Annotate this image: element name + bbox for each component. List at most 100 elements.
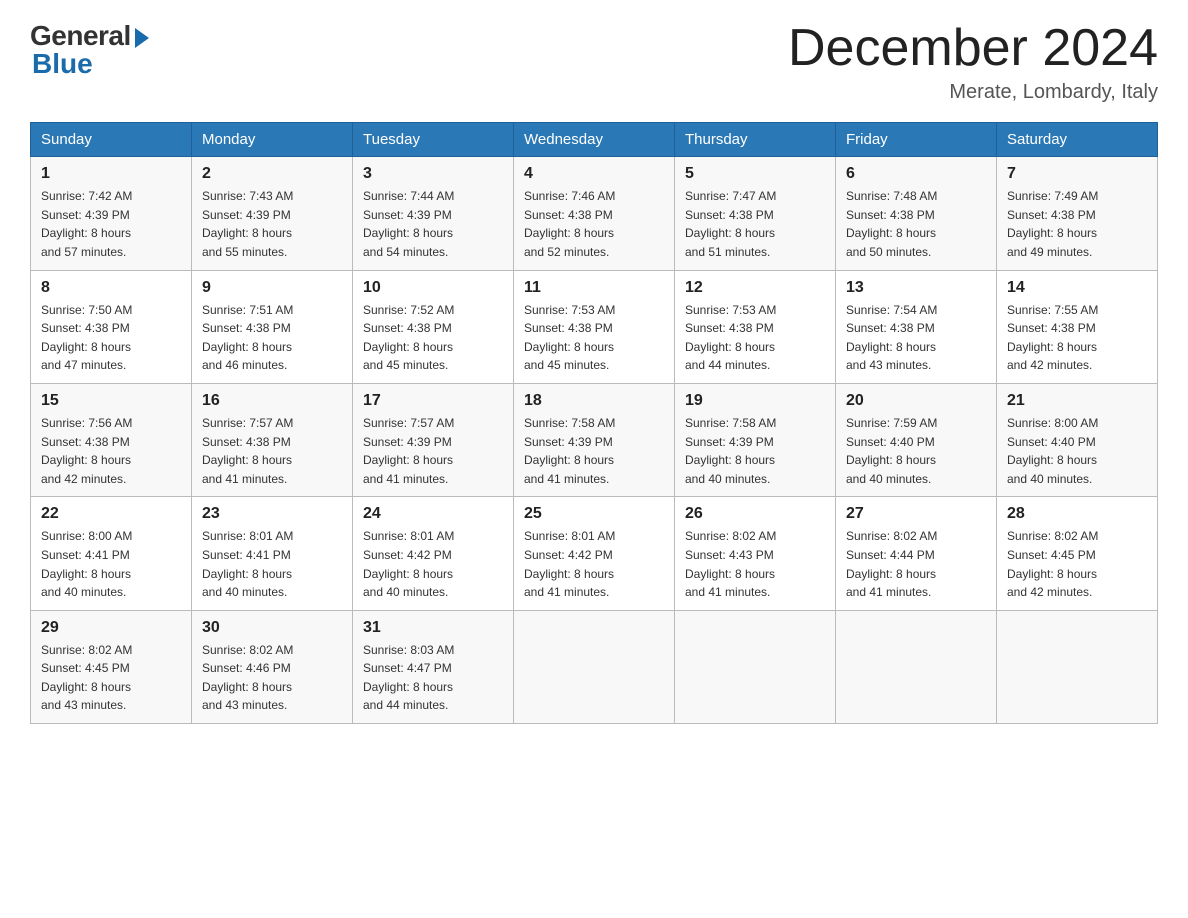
- calendar-cell: 22 Sunrise: 8:00 AMSunset: 4:41 PMDayligh…: [31, 497, 192, 610]
- day-info: Sunrise: 8:00 AMSunset: 4:40 PMDaylight:…: [1007, 414, 1147, 488]
- calendar-cell: 19 Sunrise: 7:58 AMSunset: 4:39 PMDayligh…: [675, 383, 836, 496]
- day-number: 24: [363, 505, 503, 523]
- calendar-cell: 5Sunrise: 7:47 AMSunset: 4:38 PMDaylight…: [675, 157, 836, 270]
- day-info: Sunrise: 8:02 AMSunset: 4:46 PMDaylight:…: [202, 641, 342, 715]
- day-info: Sunrise: 7:51 AMSunset: 4:38 PMDaylight:…: [202, 301, 342, 375]
- day-number: 21: [1007, 392, 1147, 410]
- calendar-cell: 10 Sunrise: 7:52 AMSunset: 4:38 PMDayligh…: [353, 270, 514, 383]
- day-info: Sunrise: 7:57 AMSunset: 4:38 PMDaylight:…: [202, 414, 342, 488]
- day-info: Sunrise: 7:57 AMSunset: 4:39 PMDaylight:…: [363, 414, 503, 488]
- calendar-cell: 6 Sunrise: 7:48 AMSunset: 4:38 PMDaylight…: [836, 157, 997, 270]
- calendar-cell: [836, 610, 997, 723]
- day-number: 25: [524, 505, 664, 523]
- day-number: 9: [202, 279, 342, 297]
- calendar-cell: 21 Sunrise: 8:00 AMSunset: 4:40 PMDayligh…: [997, 383, 1158, 496]
- calendar-cell: 18Sunrise: 7:58 AMSunset: 4:39 PMDayligh…: [514, 383, 675, 496]
- day-number: 4: [524, 165, 664, 183]
- day-number: 6: [846, 165, 986, 183]
- col-sunday: Sunday: [31, 123, 192, 157]
- logo: General Blue: [30, 20, 149, 80]
- week-row-3: 15 Sunrise: 7:56 AMSunset: 4:38 PMDayligh…: [31, 383, 1158, 496]
- day-number: 19: [685, 392, 825, 410]
- calendar-cell: 16Sunrise: 7:57 AMSunset: 4:38 PMDayligh…: [192, 383, 353, 496]
- day-info: Sunrise: 8:02 AMSunset: 4:45 PMDaylight:…: [1007, 527, 1147, 601]
- day-info: Sunrise: 8:03 AMSunset: 4:47 PMDaylight:…: [363, 641, 503, 715]
- calendar-cell: 3 Sunrise: 7:44 AMSunset: 4:39 PMDaylight…: [353, 157, 514, 270]
- day-number: 28: [1007, 505, 1147, 523]
- day-info: Sunrise: 7:44 AMSunset: 4:39 PMDaylight:…: [363, 187, 503, 261]
- title-section: December 2024 Merate, Lombardy, Italy: [788, 20, 1158, 104]
- calendar-cell: 24Sunrise: 8:01 AMSunset: 4:42 PMDayligh…: [353, 497, 514, 610]
- col-friday: Friday: [836, 123, 997, 157]
- day-number: 31: [363, 619, 503, 637]
- month-title: December 2024: [788, 20, 1158, 77]
- day-info: Sunrise: 7:53 AMSunset: 4:38 PMDaylight:…: [524, 301, 664, 375]
- day-info: Sunrise: 8:02 AMSunset: 4:45 PMDaylight:…: [41, 641, 181, 715]
- day-info: Sunrise: 7:43 AMSunset: 4:39 PMDaylight:…: [202, 187, 342, 261]
- week-row-2: 8Sunrise: 7:50 AMSunset: 4:38 PMDaylight…: [31, 270, 1158, 383]
- calendar-cell: [514, 610, 675, 723]
- calendar-cell: 31 Sunrise: 8:03 AMSunset: 4:47 PMDayligh…: [353, 610, 514, 723]
- location-text: Merate, Lombardy, Italy: [788, 81, 1158, 104]
- day-number: 18: [524, 392, 664, 410]
- calendar-cell: 25 Sunrise: 8:01 AMSunset: 4:42 PMDayligh…: [514, 497, 675, 610]
- day-info: Sunrise: 8:02 AMSunset: 4:44 PMDaylight:…: [846, 527, 986, 601]
- calendar-cell: 23 Sunrise: 8:01 AMSunset: 4:41 PMDayligh…: [192, 497, 353, 610]
- day-number: 15: [41, 392, 181, 410]
- calendar-table: Sunday Monday Tuesday Wednesday Thursday…: [30, 122, 1158, 724]
- day-info: Sunrise: 8:02 AMSunset: 4:43 PMDaylight:…: [685, 527, 825, 601]
- day-info: Sunrise: 7:55 AMSunset: 4:38 PMDaylight:…: [1007, 301, 1147, 375]
- day-number: 10: [363, 279, 503, 297]
- calendar-cell: 20 Sunrise: 7:59 AMSunset: 4:40 PMDayligh…: [836, 383, 997, 496]
- calendar-cell: 8Sunrise: 7:50 AMSunset: 4:38 PMDaylight…: [31, 270, 192, 383]
- calendar-cell: 29 Sunrise: 8:02 AMSunset: 4:45 PMDayligh…: [31, 610, 192, 723]
- calendar-cell: 14Sunrise: 7:55 AMSunset: 4:38 PMDayligh…: [997, 270, 1158, 383]
- calendar-cell: 13 Sunrise: 7:54 AMSunset: 4:38 PMDayligh…: [836, 270, 997, 383]
- day-info: Sunrise: 7:48 AMSunset: 4:38 PMDaylight:…: [846, 187, 986, 261]
- day-info: Sunrise: 7:49 AMSunset: 4:38 PMDaylight:…: [1007, 187, 1147, 261]
- day-info: Sunrise: 7:52 AMSunset: 4:38 PMDaylight:…: [363, 301, 503, 375]
- page-header: General Blue December 2024 Merate, Lomba…: [30, 20, 1158, 104]
- day-info: Sunrise: 7:46 AMSunset: 4:38 PMDaylight:…: [524, 187, 664, 261]
- calendar-cell: 26Sunrise: 8:02 AMSunset: 4:43 PMDayligh…: [675, 497, 836, 610]
- day-number: 17: [363, 392, 503, 410]
- logo-triangle-icon: [135, 28, 149, 48]
- calendar-cell: 27 Sunrise: 8:02 AMSunset: 4:44 PMDayligh…: [836, 497, 997, 610]
- calendar-cell: 11Sunrise: 7:53 AMSunset: 4:38 PMDayligh…: [514, 270, 675, 383]
- week-row-1: 1Sunrise: 7:42 AMSunset: 4:39 PMDaylight…: [31, 157, 1158, 270]
- day-number: 1: [41, 165, 181, 183]
- day-info: Sunrise: 8:00 AMSunset: 4:41 PMDaylight:…: [41, 527, 181, 601]
- calendar-cell: 9 Sunrise: 7:51 AMSunset: 4:38 PMDaylight…: [192, 270, 353, 383]
- day-number: 29: [41, 619, 181, 637]
- logo-blue-text: Blue: [32, 48, 93, 80]
- col-wednesday: Wednesday: [514, 123, 675, 157]
- calendar-cell: 17 Sunrise: 7:57 AMSunset: 4:39 PMDayligh…: [353, 383, 514, 496]
- day-number: 7: [1007, 165, 1147, 183]
- calendar-cell: [675, 610, 836, 723]
- day-info: Sunrise: 8:01 AMSunset: 4:42 PMDaylight:…: [524, 527, 664, 601]
- day-info: Sunrise: 7:53 AMSunset: 4:38 PMDaylight:…: [685, 301, 825, 375]
- calendar-cell: 15 Sunrise: 7:56 AMSunset: 4:38 PMDayligh…: [31, 383, 192, 496]
- calendar-cell: [997, 610, 1158, 723]
- day-info: Sunrise: 7:58 AMSunset: 4:39 PMDaylight:…: [685, 414, 825, 488]
- calendar-cell: 4 Sunrise: 7:46 AMSunset: 4:38 PMDaylight…: [514, 157, 675, 270]
- day-number: 2: [202, 165, 342, 183]
- day-number: 27: [846, 505, 986, 523]
- day-number: 22: [41, 505, 181, 523]
- calendar-cell: 30 Sunrise: 8:02 AMSunset: 4:46 PMDayligh…: [192, 610, 353, 723]
- day-number: 3: [363, 165, 503, 183]
- day-number: 23: [202, 505, 342, 523]
- col-tuesday: Tuesday: [353, 123, 514, 157]
- calendar-cell: 1Sunrise: 7:42 AMSunset: 4:39 PMDaylight…: [31, 157, 192, 270]
- calendar-cell: 7 Sunrise: 7:49 AMSunset: 4:38 PMDaylight…: [997, 157, 1158, 270]
- day-number: 30: [202, 619, 342, 637]
- day-info: Sunrise: 7:59 AMSunset: 4:40 PMDaylight:…: [846, 414, 986, 488]
- day-info: Sunrise: 7:56 AMSunset: 4:38 PMDaylight:…: [41, 414, 181, 488]
- day-info: Sunrise: 7:54 AMSunset: 4:38 PMDaylight:…: [846, 301, 986, 375]
- day-number: 20: [846, 392, 986, 410]
- day-number: 13: [846, 279, 986, 297]
- col-saturday: Saturday: [997, 123, 1158, 157]
- calendar-header-row: Sunday Monday Tuesday Wednesday Thursday…: [31, 123, 1158, 157]
- day-info: Sunrise: 8:01 AMSunset: 4:41 PMDaylight:…: [202, 527, 342, 601]
- day-number: 8: [41, 279, 181, 297]
